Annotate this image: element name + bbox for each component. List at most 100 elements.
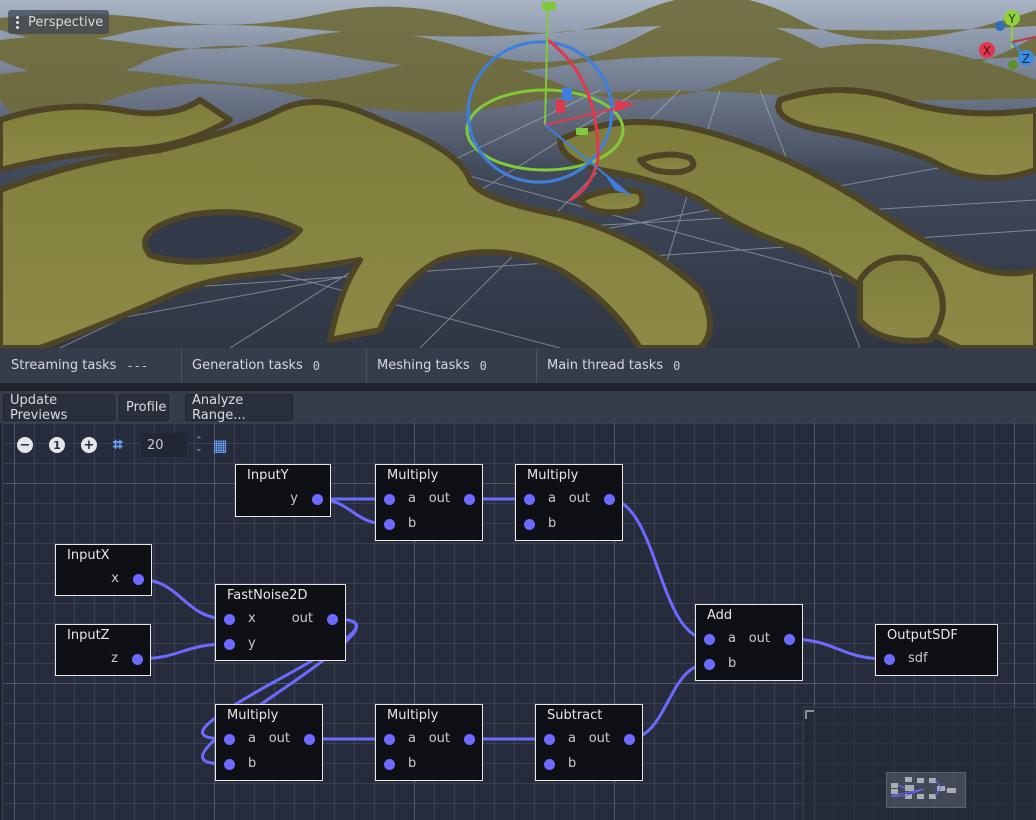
axis-orientation-gizmo[interactable]: Y X Z xyxy=(960,0,1036,80)
input-port-b[interactable] xyxy=(384,759,395,770)
graph-node-mul1[interactable]: Multiply a b out xyxy=(375,464,483,541)
input-port-label: b xyxy=(548,516,557,531)
graph-editor[interactable]: − 1 + ⌗ 20 ⌃ ⌄ ▦ InputY y Multiply a b out Mult… xyxy=(2,423,1036,820)
input-port-a[interactable] xyxy=(544,734,555,745)
input-port-label: b xyxy=(568,756,577,771)
graph-node-output[interactable]: OutputSDF sdf xyxy=(875,624,998,676)
input-port-label: y xyxy=(248,636,256,651)
streaming-tasks-stat: Streaming tasks --- xyxy=(0,348,182,383)
output-port-out[interactable] xyxy=(304,734,315,745)
stat-label: Main thread tasks xyxy=(547,358,664,373)
stat-value: 0 xyxy=(479,358,487,373)
graph-toolbar: Update Previews Profile Analyze Range... xyxy=(0,391,1036,423)
graph-node-add[interactable]: Add a b out xyxy=(695,604,803,681)
meshing-tasks-stat: Meshing tasks 0 xyxy=(367,348,537,383)
graph-minimap[interactable] xyxy=(803,707,1036,820)
input-port-label: a xyxy=(728,631,736,646)
graph-node-mul3[interactable]: Multiply a b out xyxy=(215,704,323,781)
input-port-a[interactable] xyxy=(524,494,535,505)
node-title: InputX xyxy=(67,548,110,563)
main-thread-tasks-stat: Main thread tasks 0 xyxy=(537,348,680,383)
input-port-label: a xyxy=(248,731,256,746)
zoom-reset-icon[interactable]: 1 xyxy=(49,437,65,453)
connection-add-out-to-output-sdf[interactable] xyxy=(787,637,889,661)
output-port-label: out xyxy=(748,631,770,646)
task-status-bar: Streaming tasks --- Generation tasks 0 M… xyxy=(0,348,1036,383)
input-port-label: a xyxy=(548,491,556,506)
view-mode-label: Perspective xyxy=(28,14,104,30)
input-port-b[interactable] xyxy=(544,759,555,770)
input-port-label: a xyxy=(408,731,416,746)
y-axis-label: Y xyxy=(1007,12,1016,26)
input-port-sdf[interactable] xyxy=(884,654,895,665)
input-port-label: b xyxy=(248,756,257,771)
connection-mul2-out-to-add-a[interactable] xyxy=(607,497,709,641)
profile-button[interactable]: Profile xyxy=(119,394,169,421)
snap-distance-input[interactable]: 20 xyxy=(141,433,187,457)
zoom-out-icon[interactable]: − xyxy=(17,437,33,453)
stat-value: --- xyxy=(126,358,149,373)
stat-value: 0 xyxy=(673,358,681,373)
input-port-label: a xyxy=(568,731,576,746)
terrain-preview xyxy=(0,0,1036,348)
output-port-out[interactable] xyxy=(784,634,795,645)
input-port-label: x xyxy=(248,611,256,626)
minimap-preview xyxy=(890,777,956,799)
stat-label: Meshing tasks xyxy=(377,358,470,373)
view-mode-menu-button[interactable]: Perspective xyxy=(8,10,110,34)
output-port-y[interactable] xyxy=(312,494,323,505)
graph-node-mul2[interactable]: Multiply a b out xyxy=(515,464,623,541)
input-port-label: b xyxy=(728,656,737,671)
graph-node-inputx[interactable]: InputX x xyxy=(55,544,152,596)
spinner-arrows-icon[interactable]: ⌃ ⌄ xyxy=(195,437,203,454)
minimap-icon[interactable]: ▦ xyxy=(213,436,228,455)
node-title: Add xyxy=(707,608,733,623)
output-port-label: out xyxy=(428,491,450,506)
output-port-label: out xyxy=(588,731,610,746)
stat-label: Generation tasks xyxy=(192,358,303,373)
input-port-b[interactable] xyxy=(524,519,535,530)
input-port-b[interactable] xyxy=(224,759,235,770)
output-port-label: z xyxy=(111,651,118,666)
analyze-range-button[interactable]: Analyze Range... xyxy=(185,393,293,423)
3d-viewport[interactable]: Perspective Y X Z xyxy=(0,0,1036,348)
minimap-resize-handle[interactable] xyxy=(805,710,814,719)
stat-label: Streaming tasks xyxy=(11,358,117,373)
output-port-out[interactable] xyxy=(624,734,635,745)
output-port-label: x xyxy=(111,571,119,586)
input-port-x[interactable] xyxy=(224,614,235,625)
input-port-a[interactable] xyxy=(384,734,395,745)
graph-node-mul4[interactable]: Multiply a b out xyxy=(375,704,483,781)
input-port-b[interactable] xyxy=(384,519,395,530)
graph-node-inputz[interactable]: InputZ z xyxy=(55,624,151,676)
node-title: Subtract xyxy=(547,708,603,723)
update-previews-button[interactable]: Update Previews xyxy=(3,393,115,423)
input-port-a[interactable] xyxy=(704,634,715,645)
output-port-out[interactable] xyxy=(464,494,475,505)
output-port-out[interactable] xyxy=(604,494,615,505)
x-axis-label: X xyxy=(983,44,991,58)
input-port-a[interactable] xyxy=(224,734,235,745)
neg-z-axis-dot xyxy=(995,21,1005,31)
output-port-z[interactable] xyxy=(132,654,143,665)
panel-splitter[interactable] xyxy=(0,383,1036,391)
input-port-label: a xyxy=(408,491,416,506)
output-port-out[interactable] xyxy=(464,734,475,745)
stat-value: 0 xyxy=(312,358,321,373)
input-port-a[interactable] xyxy=(384,494,395,505)
output-port-label: out xyxy=(568,491,590,506)
zoom-in-icon[interactable]: + xyxy=(81,437,97,453)
node-title: InputY xyxy=(247,468,289,483)
input-port-b[interactable] xyxy=(704,659,715,670)
graph-node-inputy[interactable]: InputY y xyxy=(235,464,331,517)
output-port-x[interactable] xyxy=(133,574,144,585)
node-title: Multiply xyxy=(387,468,439,483)
minimap-viewport[interactable] xyxy=(886,772,966,808)
graph-node-noise[interactable]: FastNoise2D x y out xyxy=(215,584,346,661)
graph-node-sub[interactable]: Subtract a b out xyxy=(535,704,643,781)
input-port-y[interactable] xyxy=(224,639,235,650)
output-port-out[interactable] xyxy=(327,614,338,625)
output-port-label: y xyxy=(290,491,298,506)
snap-grid-icon[interactable]: ⌗ xyxy=(113,435,133,455)
output-port-label: out xyxy=(268,731,290,746)
